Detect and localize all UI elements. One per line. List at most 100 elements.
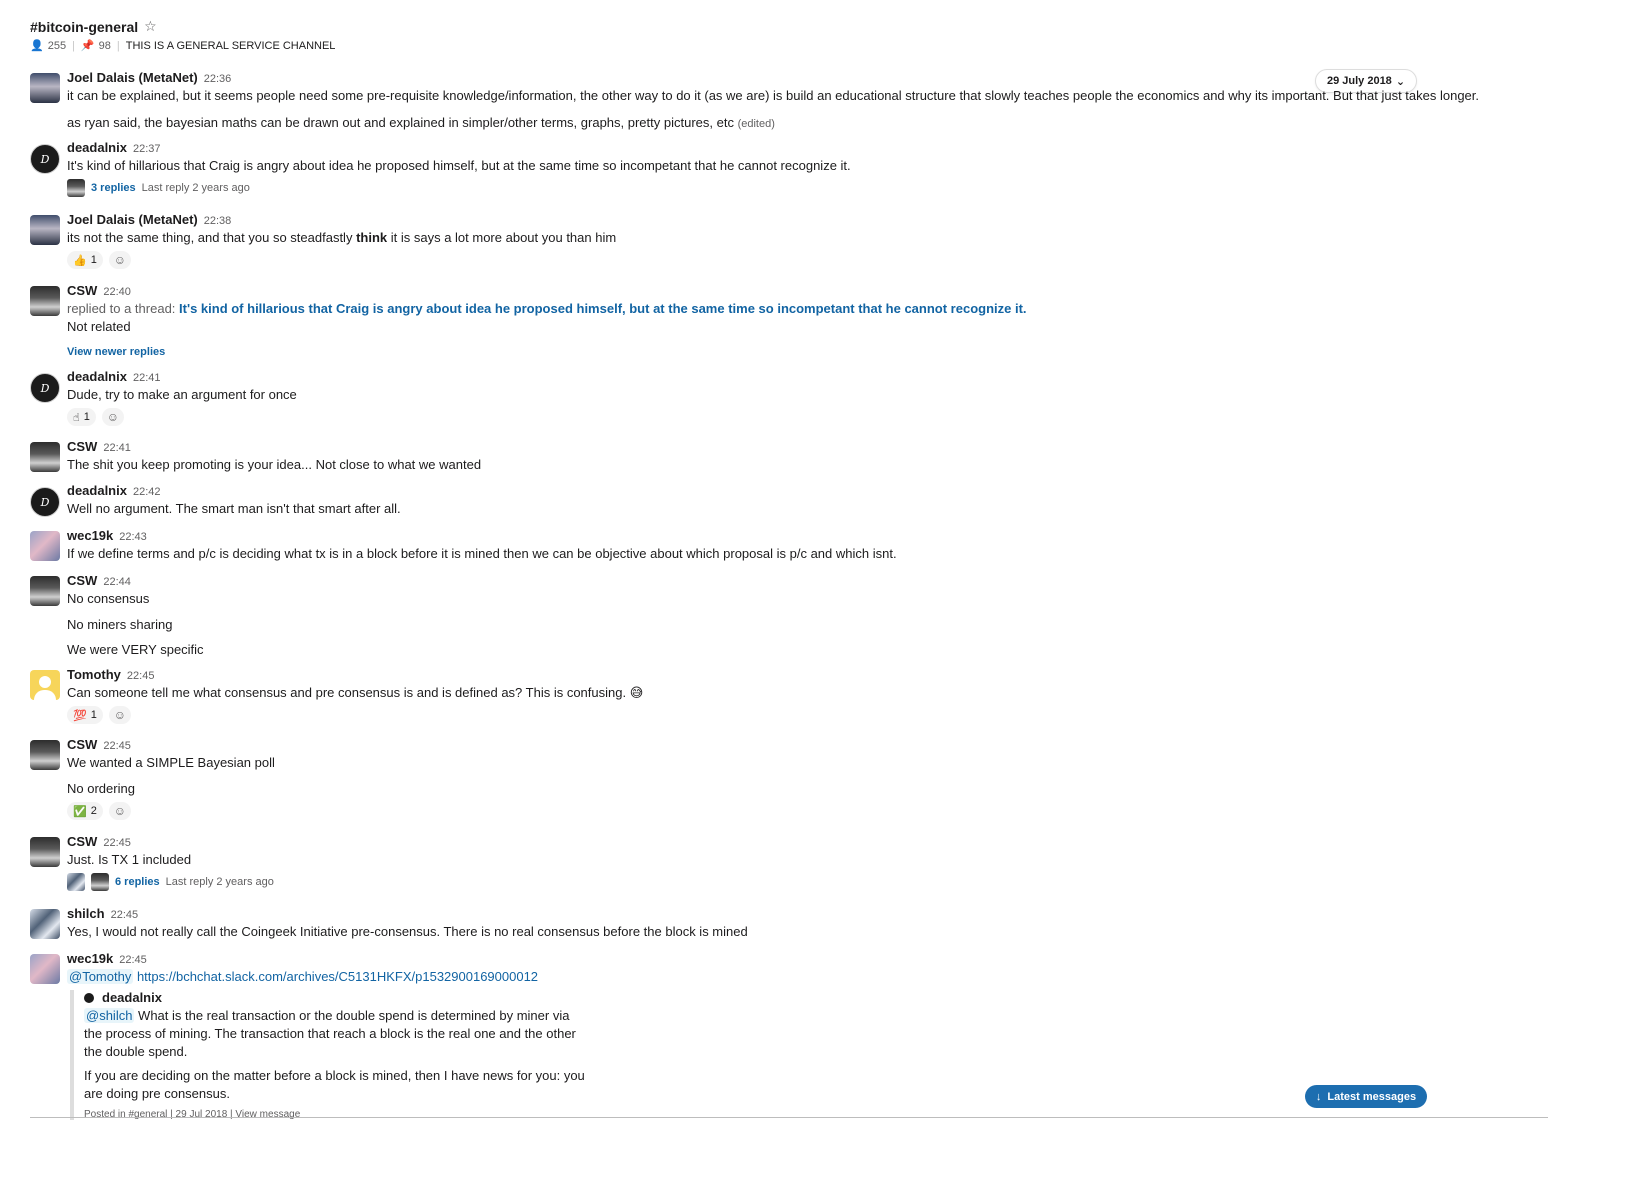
avatar <box>84 992 94 1003</box>
username[interactable]: wec19k <box>67 528 113 544</box>
message-text: No consensus <box>67 591 150 606</box>
username[interactable]: CSW <box>67 283 97 299</box>
thread-replies-link[interactable]: 3 replies <box>91 182 136 194</box>
user-mention[interactable]: @shilch <box>84 1008 135 1023</box>
username[interactable]: CSW <box>67 573 97 589</box>
avatar[interactable] <box>30 215 60 245</box>
message-text: as ryan said, the bayesian maths can be … <box>67 115 734 130</box>
timestamp[interactable]: 22:45 <box>111 907 139 923</box>
username[interactable]: deadalnix <box>67 140 127 156</box>
quote-author[interactable]: deadalnix <box>102 990 162 1005</box>
quote-text: are doing pre consensus. <box>84 1086 230 1101</box>
username[interactable]: deadalnix <box>67 483 127 499</box>
username[interactable]: CSW <box>67 439 97 455</box>
username[interactable]: wec19k <box>67 951 113 967</box>
quote-footer[interactable]: Posted in #general | 29 Jul 2018 | View … <box>84 1109 604 1120</box>
message-text: No miners sharing <box>67 617 173 632</box>
latest-messages-button[interactable]: ↓ Latest messages <box>1305 1085 1427 1108</box>
timestamp[interactable]: 22:38 <box>204 213 232 229</box>
avatar <box>91 873 109 891</box>
pin-icon[interactable]: 📌 <box>81 39 95 52</box>
timestamp[interactable]: 22:42 <box>133 484 161 500</box>
avatar[interactable] <box>30 837 60 867</box>
message-text: The shit you keep promoting is your idea… <box>67 457 482 472</box>
add-reaction-icon[interactable]: ☺ <box>101 408 124 426</box>
avatar[interactable] <box>30 286 60 316</box>
user-mention[interactable]: @Tomothy <box>67 969 134 984</box>
last-reply-label: Last reply 2 years ago <box>141 182 250 194</box>
timestamp[interactable]: 22:45 <box>103 738 131 754</box>
latest-messages-label: Latest messages <box>1327 1090 1417 1103</box>
timestamp[interactable]: 22:45 <box>119 952 147 968</box>
message-text: We wanted a SIMPLE Bayesian poll <box>67 755 275 770</box>
quote-text: the double spend. <box>84 1044 188 1059</box>
username[interactable]: Tomothy <box>67 667 121 683</box>
quote-text: What is the real transaction or the doub… <box>134 1008 570 1023</box>
reaction-check[interactable]: ✅ 2 <box>67 802 103 820</box>
avatar[interactable] <box>30 670 60 700</box>
timestamp[interactable]: 22:37 <box>133 141 161 157</box>
username[interactable]: Joel Dalais (MetaNet) <box>67 70 198 86</box>
message-text: Just. Is TX 1 included <box>67 852 192 867</box>
timestamp[interactable]: 22:40 <box>103 284 131 300</box>
avatar[interactable] <box>30 576 60 606</box>
message-text: Can someone tell me what consensus and p… <box>67 685 644 700</box>
message-text: Well no argument. The smart man isn't th… <box>67 501 401 516</box>
member-count[interactable]: 255 <box>48 40 66 52</box>
avatar[interactable] <box>30 73 60 103</box>
add-reaction-icon[interactable]: ☺ <box>108 706 131 724</box>
thread-parent-link[interactable]: It's kind of hillarious that Craig is an… <box>179 301 1027 316</box>
last-reply-label: Last reply 2 years ago <box>165 876 274 888</box>
thread-summary[interactable]: 6 replies Last reply 2 years ago <box>67 873 274 891</box>
reaction-thumbs-up[interactable]: 👍 1 <box>67 251 103 269</box>
thread-summary[interactable]: 3 replies Last reply 2 years ago <box>67 179 851 197</box>
message-text: Not related <box>67 319 131 334</box>
username[interactable]: CSW <box>67 737 97 753</box>
message-text: Dude, try to make an argument for once <box>67 387 297 402</box>
avatar <box>67 873 85 891</box>
message-text: Yes, I would not really call the Coingee… <box>67 924 748 939</box>
message-text: its not the same thing, and that you so … <box>67 230 617 245</box>
timestamp[interactable]: 22:36 <box>204 71 232 87</box>
avatar[interactable] <box>30 954 60 984</box>
channel-header: #bitcoin-general ☆ 👤 255 | 📌 98 | THIS I… <box>30 18 336 52</box>
quoted-message[interactable]: deadalnix @shilch What is the real trans… <box>70 990 604 1120</box>
avatar[interactable]: D <box>30 144 60 174</box>
reaction-point-up[interactable]: ☝ 1 <box>67 408 96 426</box>
timestamp[interactable]: 22:45 <box>103 835 131 851</box>
username[interactable]: Joel Dalais (MetaNet) <box>67 212 198 228</box>
avatar[interactable] <box>30 909 60 939</box>
timestamp[interactable]: 22:43 <box>119 529 147 545</box>
avatar[interactable]: D <box>30 487 60 517</box>
message-text: It's kind of hillarious that Craig is an… <box>67 158 851 173</box>
message-text: We were VERY specific <box>67 642 204 657</box>
edited-label: (edited) <box>737 118 775 130</box>
avatar[interactable] <box>30 531 60 561</box>
message-text: it can be explained, but it seems people… <box>67 88 1480 103</box>
star-icon[interactable]: ☆ <box>144 18 157 35</box>
thread-replies-link[interactable]: 6 replies <box>115 876 160 888</box>
timestamp[interactable]: 22:44 <box>103 574 131 590</box>
username[interactable]: CSW <box>67 834 97 850</box>
timestamp[interactable]: 22:41 <box>103 440 131 456</box>
timestamp[interactable]: 22:45 <box>127 668 155 684</box>
reaction-hundred[interactable]: 💯 1 <box>67 706 103 724</box>
username[interactable]: shilch <box>67 906 105 922</box>
pin-count[interactable]: 98 <box>99 40 111 52</box>
view-newer-replies-link[interactable]: View newer replies <box>67 346 165 358</box>
add-reaction-icon[interactable]: ☺ <box>108 251 131 269</box>
add-reaction-icon[interactable]: ☺ <box>108 802 131 820</box>
avatar[interactable] <box>30 740 60 770</box>
quote-text: the process of mining. The transaction t… <box>84 1026 576 1041</box>
channel-name[interactable]: #bitcoin-general <box>30 19 138 35</box>
timestamp[interactable]: 22:41 <box>133 370 161 386</box>
members-icon[interactable]: 👤 <box>30 39 44 52</box>
avatar[interactable]: D <box>30 373 60 403</box>
replied-label: replied to a thread: <box>67 301 180 316</box>
message-link[interactable]: https://bchchat.slack.com/archives/C5131… <box>137 969 538 984</box>
avatar[interactable] <box>30 442 60 472</box>
channel-description: THIS IS A GENERAL SERVICE CHANNEL <box>125 39 336 52</box>
message-composer-border <box>30 1117 1548 1118</box>
username[interactable]: deadalnix <box>67 369 127 385</box>
avatar <box>67 179 85 197</box>
